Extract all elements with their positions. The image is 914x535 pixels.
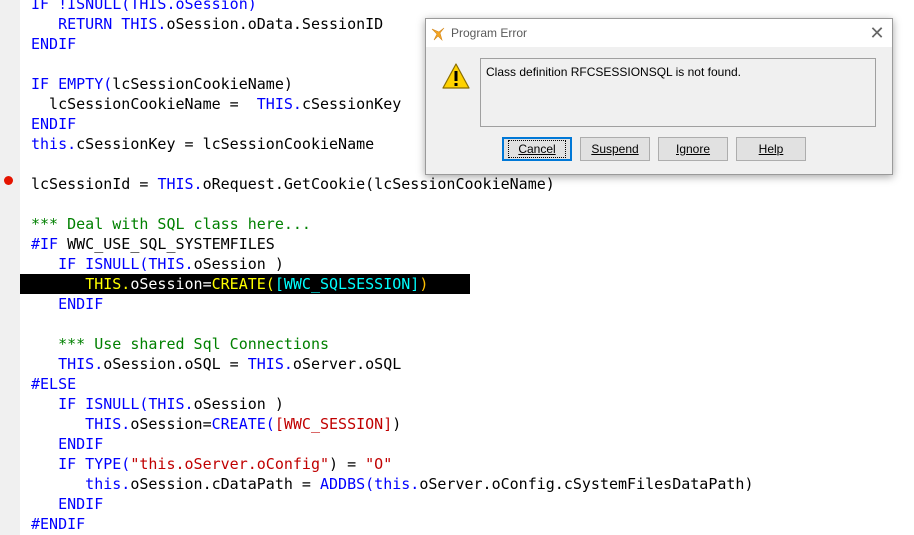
code-line[interactable]: IF ISNULL(THIS.oSession ) (31, 394, 914, 414)
code-token: RETURN THIS. (31, 15, 167, 33)
close-button[interactable]: ✕ (862, 19, 892, 47)
code-token: *** Use shared Sql Connections (31, 335, 330, 353)
dialog-title: Program Error (451, 26, 528, 40)
editor-gutter[interactable] (0, 0, 20, 535)
code-token: IF TYPE( (31, 455, 131, 473)
code-token: lcSessionId = (31, 175, 158, 193)
code-token: [WWC_SQLSESSION] (274, 275, 420, 293)
code-token: ADDBS(this. (320, 475, 420, 493)
code-token: oSession= (130, 275, 212, 293)
code-line[interactable]: IF TYPE("this.oServer.oConfig") = "O" (31, 454, 914, 474)
code-line[interactable]: ENDIF (31, 494, 914, 514)
code-token: CREATE( (211, 275, 275, 293)
code-token: this. (31, 135, 77, 153)
code-token: #ELSE (31, 375, 77, 393)
code-token: THIS. (85, 275, 131, 293)
code-token: IF EMPTY( (31, 75, 113, 93)
code-token: [WWC_SESSION] (274, 415, 393, 433)
code-token: THIS. (31, 415, 131, 433)
code-token: CREATE( (211, 415, 275, 433)
code-token: oSession ) (193, 395, 284, 413)
code-token: ) (419, 275, 429, 293)
code-token: ) (392, 415, 402, 433)
code-line[interactable]: this.oSession.cDataPath = ADDBS(this.oSe… (31, 474, 914, 494)
code-line[interactable] (31, 194, 914, 214)
help-button-label: Help (758, 142, 784, 156)
code-token: oSession= (130, 415, 212, 433)
close-icon: ✕ (869, 23, 885, 43)
code-token: oServer.oSQL (292, 355, 402, 373)
error-message: Class definition RFCSESSIONSQL is not fo… (486, 65, 741, 79)
code-token: IF ISNULL(THIS. (31, 255, 194, 273)
ignore-button[interactable]: Ignore (658, 137, 728, 161)
code-token: "O" (365, 455, 393, 473)
cancel-button-label: Cancel (508, 140, 566, 158)
code-token: this. (31, 475, 131, 493)
code-token: IF ISNULL(THIS. (31, 395, 194, 413)
code-token: cSessionKey = lcSessionCookieName (76, 135, 375, 153)
code-token: oServer.oConfig.cSystemFilesDataPath) (419, 475, 754, 493)
code-line[interactable]: IF !ISNULL(THIS.oSession) (31, 0, 914, 14)
cancel-button[interactable]: Cancel (502, 137, 572, 161)
code-token: ) = (329, 455, 366, 473)
code-token: #IF (31, 235, 68, 253)
code-token: IF !ISNULL(THIS.oSession) (31, 0, 257, 13)
dialog-titlebar[interactable]: Program Error ✕ (426, 19, 892, 47)
code-line[interactable]: *** Deal with SQL class here... (31, 214, 914, 234)
warning-icon (442, 63, 470, 89)
foxpro-app-icon (431, 27, 445, 42)
code-line[interactable]: ENDIF (31, 294, 914, 314)
code-line[interactable]: #ENDIF (31, 514, 914, 534)
code-line-current[interactable]: THIS.oSession=CREATE([WWC_SQLSESSION]) (20, 274, 914, 294)
code-token: ENDIF (31, 495, 104, 513)
code-token: lcSessionCookieName = (31, 95, 257, 113)
code-token: ENDIF (31, 295, 104, 313)
code-token: oSession.oData.SessionID (166, 15, 384, 33)
code-token: THIS. (256, 95, 302, 113)
breakpoint-marker[interactable] (4, 176, 13, 185)
code-token: oSession ) (193, 255, 284, 273)
code-token: THIS. (247, 355, 293, 373)
code-token: THIS. (31, 355, 104, 373)
code-line[interactable]: THIS.oSession=CREATE([WWC_SESSION]) (31, 414, 914, 434)
suspend-button-label: Suspend (591, 142, 639, 156)
program-error-dialog: Program Error ✕ Class definition RFCSESS… (425, 18, 893, 175)
code-token: ENDIF (31, 435, 104, 453)
code-token: oRequest.GetCookie(lcSessionCookieName) (202, 175, 555, 193)
help-button[interactable]: Help (736, 137, 806, 161)
code-token: oSession.cDataPath = (130, 475, 320, 493)
code-token: *** Deal with SQL class here... (31, 215, 311, 233)
code-line[interactable]: THIS.oSession.oSQL = THIS.oServer.oSQL (31, 354, 914, 374)
code-line[interactable]: lcSessionId = THIS.oRequest.GetCookie(lc… (31, 174, 914, 194)
code-token: WWC_USE_SQL_SYSTEMFILES (67, 235, 275, 253)
code-line[interactable]: *** Use shared Sql Connections (31, 334, 914, 354)
code-line[interactable] (31, 314, 914, 334)
code-token: THIS. (157, 175, 203, 193)
code-token: lcSessionCookieName) (112, 75, 293, 93)
error-message-box: Class definition RFCSESSIONSQL is not fo… (480, 58, 876, 127)
suspend-button[interactable]: Suspend (580, 137, 650, 161)
code-token: #ENDIF (31, 515, 86, 533)
code-line[interactable]: #ELSE (31, 374, 914, 394)
ignore-button-label: Ignore (675, 142, 711, 156)
code-line[interactable]: ENDIF (31, 434, 914, 454)
code-token: oSession.oSQL = (103, 355, 248, 373)
code-token: cSessionKey (301, 95, 402, 113)
code-token: ENDIF (31, 115, 77, 133)
code-line[interactable]: IF ISNULL(THIS.oSession ) (31, 254, 914, 274)
code-token: "this.oServer.oConfig" (130, 455, 330, 473)
code-token: ENDIF (31, 35, 77, 53)
code-line[interactable]: #IF WWC_USE_SQL_SYSTEMFILES (31, 234, 914, 254)
